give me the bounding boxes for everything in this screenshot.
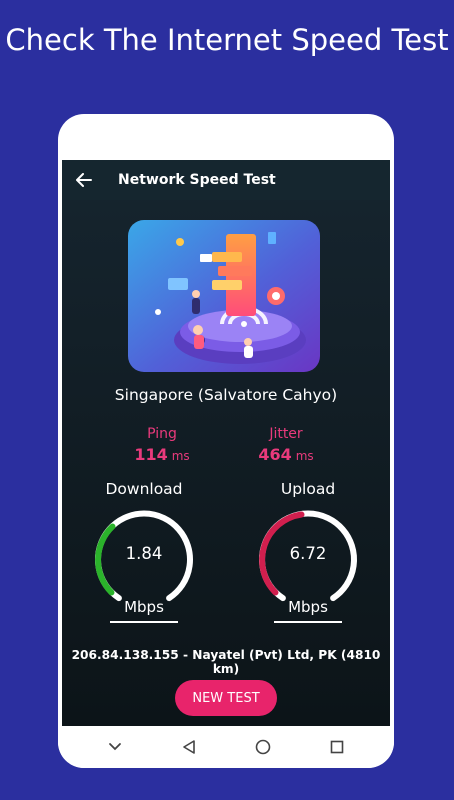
download-gauge: Download 1.84 Mbps xyxy=(82,480,206,630)
ping-value: 114 xyxy=(134,445,168,464)
download-label: Download xyxy=(105,480,183,498)
jitter-label: Jitter xyxy=(269,426,303,442)
download-unit: Mbps xyxy=(124,598,164,616)
nav-recents-button[interactable] xyxy=(300,726,374,768)
upload-label: Upload xyxy=(280,480,336,498)
ping-unit: ms xyxy=(171,449,190,463)
app-bar: Network Speed Test xyxy=(62,160,390,200)
jitter-unit: ms xyxy=(295,449,314,463)
back-triangle-icon xyxy=(183,740,195,754)
nav-home-button[interactable] xyxy=(226,726,300,768)
new-test-button[interactable]: NEW TEST xyxy=(175,680,277,716)
upload-unit: Mbps xyxy=(288,598,328,616)
upload-underline xyxy=(274,621,342,623)
app-screen: Network Speed Test Singapore (Salvatore … xyxy=(62,160,390,726)
home-circle-icon xyxy=(255,739,271,755)
server-name: Singapore (Salvatore Cahyo) xyxy=(114,386,338,404)
jitter-value: 464 xyxy=(258,445,292,464)
upload-gauge: Upload 6.72 Mbps xyxy=(246,480,370,630)
arrow-left-icon xyxy=(76,173,92,187)
ping-metric: Ping 114 ms xyxy=(102,426,222,464)
phone-frame: Network Speed Test Singapore (Salvatore … xyxy=(58,114,394,768)
recents-square-icon xyxy=(330,740,344,754)
back-button[interactable] xyxy=(64,160,104,200)
download-value: 1.84 xyxy=(125,544,163,563)
nav-hide-keyboard-button[interactable] xyxy=(78,726,152,768)
jitter-metric: Jitter 464 ms xyxy=(226,426,346,464)
promo-headline: Check The Internet Speed Test xyxy=(5,23,449,57)
page-title: Network Speed Test xyxy=(118,172,276,188)
ping-label: Ping xyxy=(147,426,177,442)
upload-value: 6.72 xyxy=(289,544,327,563)
connection-info: 206.84.138.155 - Nayatel (Pvt) Ltd, PK (… xyxy=(71,648,381,676)
nav-back-button[interactable] xyxy=(152,726,226,768)
hero-illustration xyxy=(128,220,320,372)
download-underline xyxy=(110,621,178,623)
chevron-down-icon xyxy=(109,743,121,751)
system-nav-bar xyxy=(58,726,394,768)
